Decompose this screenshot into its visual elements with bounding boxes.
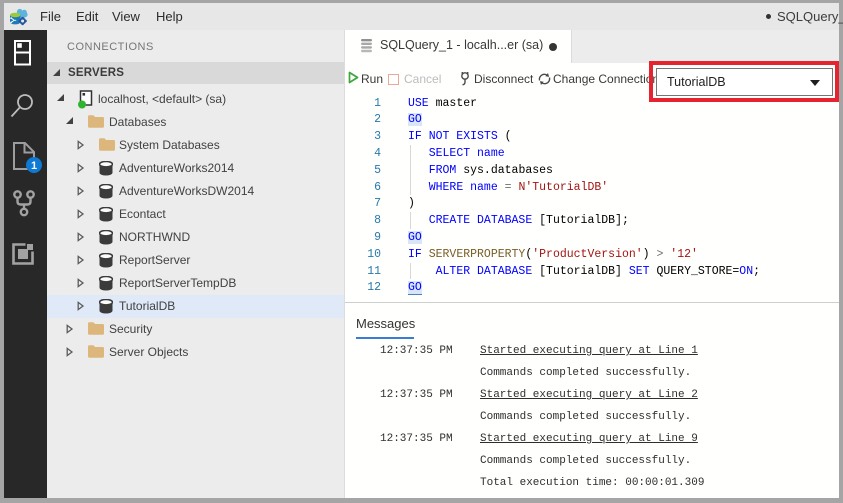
svg-text:1: 1: [31, 160, 37, 172]
